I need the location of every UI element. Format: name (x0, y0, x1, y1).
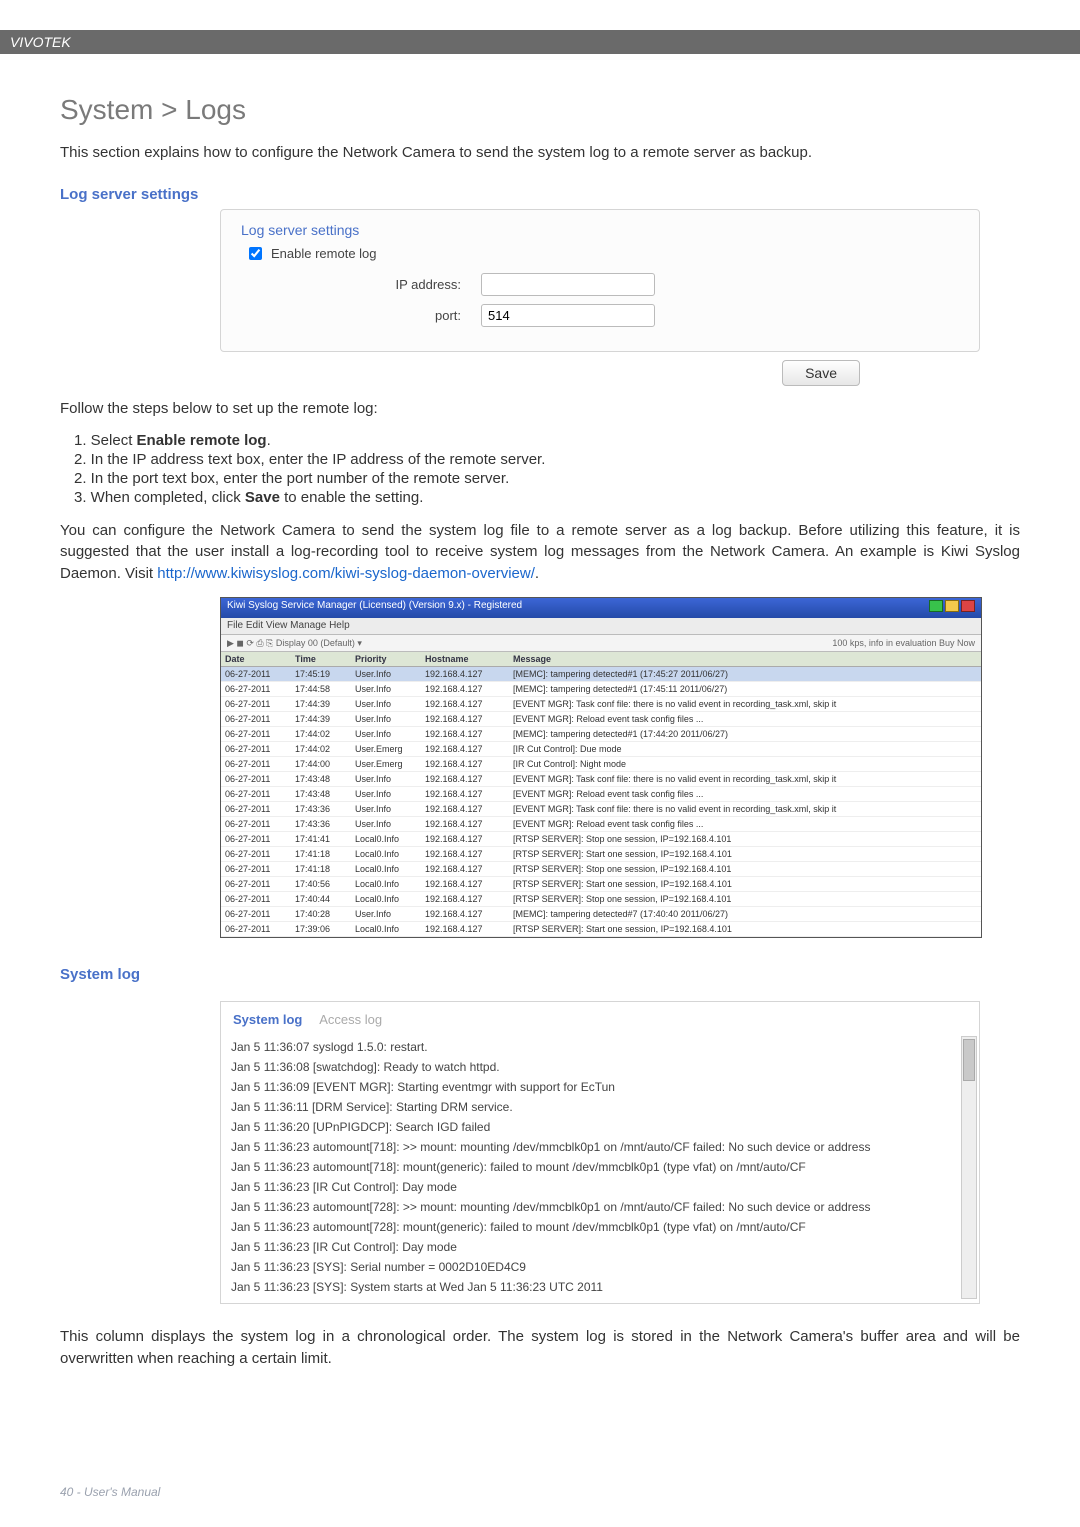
brand-bar: VIVOTEK (0, 30, 1080, 54)
kiwi-row: 06-27-201117:43:48User.Info192.168.4.127… (221, 772, 981, 787)
page-title: System > Logs (60, 94, 1020, 126)
log-line: Jan 5 11:36:23 [IR Cut Control]: Day mod… (231, 1237, 969, 1257)
col-message: Message (509, 652, 981, 666)
log-line: Jan 5 11:36:20 [UPnPIGDCP]: Search IGD f… (231, 1117, 969, 1137)
enable-remote-log-checkbox[interactable]: Enable remote log (245, 244, 959, 263)
step-item: 2. In the IP address text box, enter the… (74, 451, 1020, 468)
kiwi-row: 06-27-201117:43:48User.Info192.168.4.127… (221, 787, 981, 802)
col-date: Date (221, 652, 291, 666)
intro-text: This section explains how to configure t… (60, 142, 1020, 164)
step-item: 2. In the port text box, enter the port … (74, 470, 1020, 487)
port-label: port: (241, 308, 481, 323)
kiwi-row: 06-27-201117:41:18Local0.Info192.168.4.1… (221, 847, 981, 862)
log-line: Jan 5 11:36:09 [EVENT MGR]: Starting eve… (231, 1077, 969, 1097)
panel-title: Log server settings (241, 222, 959, 238)
page-footer: 40 - User's Manual (60, 1485, 160, 1499)
kiwi-title-text: Kiwi Syslog Service Manager (Licensed) (… (227, 600, 522, 616)
kiwi-row: 06-27-201117:44:58User.Info192.168.4.127… (221, 682, 981, 697)
kiwi-row: 06-27-201117:39:06Local0.Info192.168.4.1… (221, 922, 981, 937)
log-line: Jan 5 11:36:23 [SYS]: System starts at W… (231, 1277, 969, 1297)
port-input[interactable] (481, 304, 655, 327)
kiwi-row: 06-27-201117:43:36User.Info192.168.4.127… (221, 802, 981, 817)
enable-remote-log-label: Enable remote log (271, 246, 377, 261)
ip-address-input[interactable] (481, 273, 655, 296)
kiwi-row: 06-27-201117:41:41Local0.Info192.168.4.1… (221, 832, 981, 847)
col-priority: Priority (351, 652, 421, 666)
kiwi-row: 06-27-201117:40:44Local0.Info192.168.4.1… (221, 892, 981, 907)
tab-system-log[interactable]: System log (233, 1012, 302, 1027)
kiwi-row: 06-27-201117:43:36User.Info192.168.4.127… (221, 817, 981, 832)
kiwi-toolbar-right: 100 kps, info in evaluation Buy Now (832, 637, 975, 649)
scrollbar-thumb[interactable] (963, 1039, 975, 1081)
closing-paragraph: This column displays the system log in a… (60, 1326, 1020, 1370)
save-button[interactable]: Save (782, 360, 860, 386)
log-line: Jan 5 11:36:07 syslogd 1.5.0: restart. (231, 1037, 969, 1057)
kiwi-row: 06-27-201117:41:18Local0.Info192.168.4.1… (221, 862, 981, 877)
log-line: Jan 5 11:36:08 [swatchdog]: Ready to wat… (231, 1057, 969, 1077)
kiwi-row: 06-27-201117:44:39User.Info192.168.4.127… (221, 712, 981, 727)
system-log-heading: System log (60, 966, 1020, 983)
kiwi-screenshot: Kiwi Syslog Service Manager (Licensed) (… (220, 597, 982, 938)
kiwi-paragraph: You can configure the Network Camera to … (60, 520, 1020, 585)
kiwi-row: 06-27-201117:44:02User.Emerg192.168.4.12… (221, 742, 981, 757)
kiwi-row: 06-27-201117:44:00User.Emerg192.168.4.12… (221, 757, 981, 772)
log-line: Jan 5 11:36:23 automount[728]: >> mount:… (231, 1197, 969, 1217)
kiwi-row: 06-27-201117:44:02User.Info192.168.4.127… (221, 727, 981, 742)
enable-remote-log-input[interactable] (249, 247, 262, 260)
col-time: Time (291, 652, 351, 666)
kiwi-row: 06-27-201117:40:56Local0.Info192.168.4.1… (221, 877, 981, 892)
kiwi-row: 06-27-201117:44:39User.Info192.168.4.127… (221, 697, 981, 712)
kiwi-toolbar: ▶ ◼ ⟳ ⎙ ⎘ Display 00 (Default) ▾ 100 kps… (221, 635, 981, 652)
tab-access-log[interactable]: Access log (319, 1012, 382, 1027)
step-item: 3. When completed, click Save to enable … (74, 489, 1020, 506)
kiwi-window-title: Kiwi Syslog Service Manager (Licensed) (… (221, 598, 981, 618)
kiwi-row: 06-27-201117:45:19User.Info192.168.4.127… (221, 667, 981, 682)
log-lines: Jan 5 11:36:07 syslogd 1.5.0: restart.Ja… (231, 1037, 969, 1297)
log-line: Jan 5 11:36:11 [DRM Service]: Starting D… (231, 1097, 969, 1117)
system-log-panel: System log Access log Jan 5 11:36:07 sys… (220, 1001, 980, 1304)
kiwi-row: 06-27-201117:40:28User.Info192.168.4.127… (221, 907, 981, 922)
col-hostname: Hostname (421, 652, 509, 666)
steps-list: 1. Select Enable remote log. 2. In the IP… (70, 432, 1020, 506)
log-server-panel: Log server settings Enable remote log IP… (220, 209, 980, 352)
log-line: Jan 5 11:36:23 [IR Cut Control]: Day mod… (231, 1177, 969, 1197)
kiwi-window-buttons (927, 600, 975, 616)
log-line: Jan 5 11:36:23 automount[728]: mount(gen… (231, 1217, 969, 1237)
log-line: Jan 5 11:36:23 automount[718]: >> mount:… (231, 1137, 969, 1157)
log-line: Jan 5 11:36:23 automount[718]: mount(gen… (231, 1157, 969, 1177)
kiwi-toolbar-left: ▶ ◼ ⟳ ⎙ ⎘ Display 00 (Default) ▾ (227, 637, 362, 649)
kiwi-text-b: . (535, 565, 539, 582)
log-line: Jan 5 11:36:23 [SYS]: Serial number = 00… (231, 1257, 969, 1277)
log-server-heading: Log server settings (60, 186, 1020, 203)
kiwi-link[interactable]: http://www.kiwisyslog.com/kiwi-syslog-da… (157, 565, 535, 582)
ip-address-label: IP address: (241, 277, 481, 292)
kiwi-menu-bar: File Edit View Manage Help (221, 618, 981, 635)
step-item: 1. Select Enable remote log. (74, 432, 1020, 449)
steps-intro: Follow the steps below to set up the rem… (60, 398, 1020, 420)
scrollbar[interactable] (961, 1036, 977, 1299)
kiwi-table-header: Date Time Priority Hostname Message (221, 652, 981, 667)
